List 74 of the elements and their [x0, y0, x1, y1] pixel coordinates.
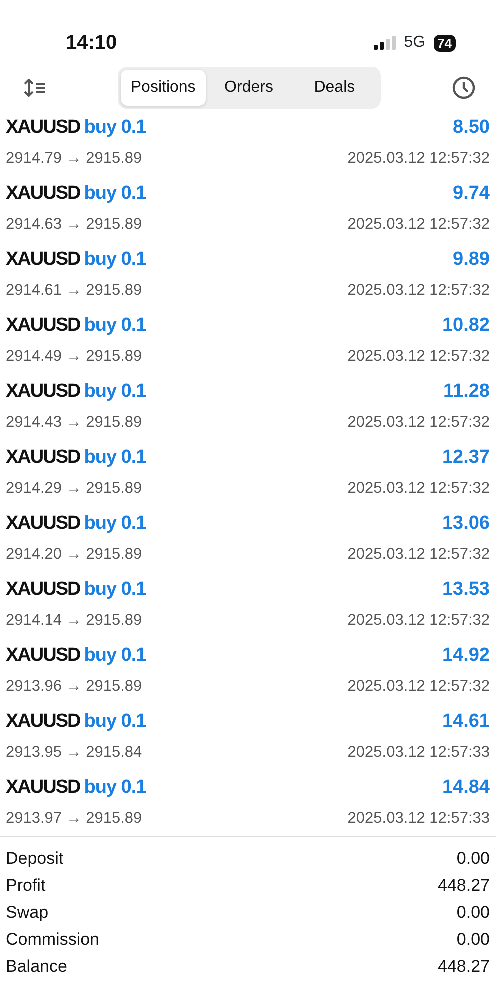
price-range: 2914.14 → 2915.89 — [6, 610, 142, 630]
symbol-label: XAUUSD — [6, 512, 80, 536]
profit-value: 10.82 — [442, 314, 490, 338]
summary-value: 0.00 — [456, 902, 490, 924]
summary-label: Deposit — [6, 848, 64, 870]
profit-value: 14.84 — [442, 776, 490, 800]
open-time: 2025.03.12 12:57:32 — [348, 676, 490, 696]
profit-value: 9.89 — [453, 248, 490, 272]
profit-value: 13.53 — [442, 578, 490, 602]
clock-time: 14:10 — [66, 31, 118, 56]
price-range: 2914.61 → 2915.89 — [6, 280, 142, 300]
summary-label: Swap — [6, 902, 49, 924]
order-type: buy 0.1 — [84, 116, 146, 140]
price-range: 2914.79 → 2915.89 — [6, 148, 142, 168]
open-time: 2025.03.12 12:57:33 — [348, 742, 490, 762]
segment-tab[interactable]: Orders — [206, 70, 292, 106]
symbol-label: XAUUSD — [6, 776, 80, 800]
signal-icon — [374, 36, 396, 50]
symbol-label: XAUUSD — [6, 380, 80, 404]
profit-value: 13.06 — [442, 512, 490, 536]
order-type: buy 0.1 — [84, 380, 146, 404]
open-time: 2025.03.12 12:57:33 — [348, 808, 490, 828]
order-type: buy 0.1 — [84, 644, 146, 668]
order-type: buy 0.1 — [84, 182, 146, 206]
battery-indicator: 74 — [434, 34, 456, 52]
price-range: 2914.49 → 2915.89 — [6, 346, 142, 366]
symbol-label: XAUUSD — [6, 116, 80, 140]
summary-value: 448.27 — [438, 956, 490, 978]
price-range: 2913.97 → 2915.89 — [6, 808, 142, 828]
profit-value: 11.28 — [444, 380, 490, 404]
history-icon[interactable] — [452, 76, 476, 100]
symbol-label: XAUUSD — [6, 248, 80, 272]
price-range: 2914.29 → 2915.89 — [6, 478, 142, 498]
open-time: 2025.03.12 12:57:32 — [348, 478, 490, 498]
symbol-label: XAUUSD — [6, 578, 80, 602]
open-time: 2025.03.12 12:57:32 — [348, 412, 490, 432]
order-type: buy 0.1 — [84, 578, 146, 602]
order-type: buy 0.1 — [84, 776, 146, 800]
profit-value: 14.61 — [442, 710, 490, 734]
order-type: buy 0.1 — [84, 314, 146, 338]
open-time: 2025.03.12 12:57:32 — [348, 280, 490, 300]
symbol-label: XAUUSD — [6, 446, 80, 470]
order-type: buy 0.1 — [84, 512, 146, 536]
order-type: buy 0.1 — [84, 710, 146, 734]
price-range: 2914.63 → 2915.89 — [6, 214, 142, 234]
open-time: 2025.03.12 12:57:32 — [348, 610, 490, 630]
symbol-label: XAUUSD — [6, 644, 80, 668]
profit-value: 8.50 — [453, 116, 490, 140]
order-type: buy 0.1 — [84, 446, 146, 470]
segment-tab[interactable]: Deals — [292, 70, 378, 106]
network-label: 5G — [404, 33, 426, 53]
open-time: 2025.03.12 12:57:32 — [348, 214, 490, 234]
price-range: 2913.95 → 2915.84 — [6, 742, 142, 762]
price-range: 2914.43 → 2915.89 — [6, 412, 142, 432]
open-time: 2025.03.12 12:57:32 — [348, 346, 490, 366]
summary-label: Balance — [6, 956, 68, 978]
profit-value: 12.37 — [442, 446, 490, 470]
symbol-label: XAUUSD — [6, 314, 80, 338]
open-time: 2025.03.12 12:57:32 — [348, 544, 490, 564]
segment-tab[interactable]: Positions — [120, 70, 206, 106]
sort-icon[interactable] — [24, 79, 46, 97]
summary-value: 0.00 — [456, 848, 490, 870]
open-time: 2025.03.12 12:57:32 — [348, 148, 490, 168]
summary-value: 0.00 — [456, 929, 490, 951]
symbol-label: XAUUSD — [6, 710, 80, 734]
profit-value: 9.74 — [453, 182, 490, 206]
profit-value: 14.92 — [442, 644, 490, 668]
summary-value: 448.27 — [438, 875, 490, 897]
price-range: 2913.96 → 2915.89 — [6, 676, 142, 696]
summary-label: Profit — [6, 875, 46, 897]
price-range: 2914.20 → 2915.89 — [6, 544, 142, 564]
order-type: buy 0.1 — [84, 248, 146, 272]
symbol-label: XAUUSD — [6, 182, 80, 206]
summary-label: Commission — [6, 929, 100, 951]
